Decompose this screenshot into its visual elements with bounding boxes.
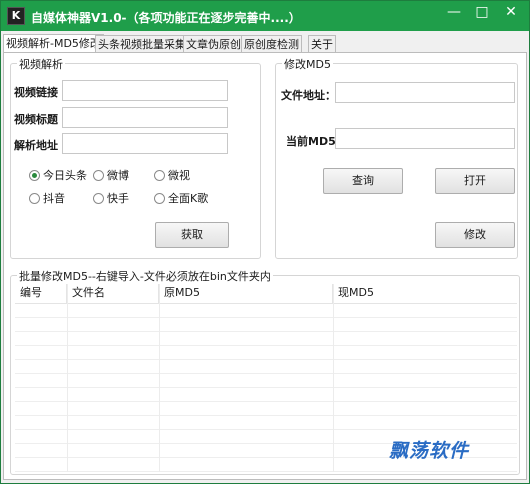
radio-icon [154, 193, 165, 204]
tab-video-parse-md5[interactable]: 视频解析-MD5修改 [3, 34, 104, 53]
table-row[interactable] [15, 304, 517, 318]
title-bar[interactable]: K 自媒体神器V1.0-（各项功能正在逐步完善中....） — □ ✕ [1, 1, 529, 31]
column-divider [159, 284, 160, 472]
table-row[interactable] [15, 388, 517, 402]
open-button[interactable]: 打开 [435, 168, 515, 194]
tab-originality-check[interactable]: 原创度检测 [241, 35, 302, 53]
radio-label: 全面K歌 [168, 192, 209, 205]
parse-address-label: 解析地址 [14, 139, 58, 152]
query-button[interactable]: 查询 [323, 168, 403, 194]
table-header: 编号 文件名 原MD5 现MD5 [15, 284, 517, 304]
group-title: 视频解析 [17, 56, 65, 72]
minimize-icon[interactable]: — [440, 1, 468, 25]
tab-article-rewrite[interactable]: 文章伪原创 [183, 35, 244, 53]
radio-douyin[interactable]: 抖音 [29, 190, 65, 206]
video-title-label: 视频标题 [14, 113, 58, 126]
tab-toutiao-batch[interactable]: 头条视频批量采集 [95, 35, 189, 53]
current-md5-input[interactable] [335, 128, 515, 149]
table-row[interactable] [15, 402, 517, 416]
radio-icon [93, 170, 104, 181]
table-row[interactable] [15, 416, 517, 430]
table-row[interactable] [15, 332, 517, 346]
table-row[interactable] [15, 318, 517, 332]
radio-label: 快手 [107, 192, 129, 205]
radio-label: 微视 [168, 169, 190, 182]
radio-label: 抖音 [43, 192, 65, 205]
video-parse-group: 视频解析 视频链接 视频标题 解析地址 今日头条 微博 微视 抖音 快手 全面K… [10, 56, 261, 259]
column-header-filename[interactable]: 文件名 [67, 284, 159, 304]
close-icon[interactable]: ✕ [497, 1, 525, 25]
group-title: 批量修改MD5--右键导入-文件必须放在bin文件夹内 [17, 268, 273, 284]
radio-weishi[interactable]: 微视 [154, 167, 190, 183]
parse-address-input[interactable] [62, 133, 228, 154]
column-header-new-md5[interactable]: 现MD5 [333, 284, 517, 304]
file-address-label: 文件地址： [281, 89, 336, 102]
radio-icon [154, 170, 165, 181]
modify-button[interactable]: 修改 [435, 222, 515, 248]
app-window: K 自媒体神器V1.0-（各项功能正在逐步完善中....） — □ ✕ 视频解析… [0, 0, 530, 484]
video-link-input[interactable] [62, 80, 228, 101]
column-header-original-md5[interactable]: 原MD5 [159, 284, 333, 304]
column-header-index[interactable]: 编号 [15, 284, 67, 304]
maximize-icon[interactable]: □ [468, 1, 496, 25]
group-title: 修改MD5 [282, 56, 333, 72]
radio-label: 今日头条 [43, 169, 87, 182]
video-title-input[interactable] [62, 107, 228, 128]
app-logo-icon: K [7, 7, 25, 25]
tab-panel: 视频解析 视频链接 视频标题 解析地址 今日头条 微博 微视 抖音 快手 全面K… [3, 52, 527, 480]
file-address-input[interactable] [335, 82, 515, 103]
fetch-button[interactable]: 获取 [155, 222, 229, 248]
window-title: 自媒体神器V1.0-（各项功能正在逐步完善中....） [31, 11, 301, 25]
tab-strip: 视频解析-MD5修改 头条视频批量采集 文章伪原创 原创度检测 关于 [1, 34, 529, 53]
radio-quanmin-kge[interactable]: 全面K歌 [154, 190, 208, 206]
radio-label: 微博 [107, 169, 129, 182]
tab-about[interactable]: 关于 [308, 35, 336, 53]
radio-weibo[interactable]: 微博 [93, 167, 129, 183]
column-divider [333, 284, 334, 472]
radio-icon [29, 193, 40, 204]
radio-checked-icon [29, 170, 40, 181]
table-row[interactable] [15, 374, 517, 388]
radio-kuaishou[interactable]: 快手 [93, 190, 129, 206]
column-divider [67, 284, 68, 472]
md5-edit-group: 修改MD5 文件地址： 当前MD5： 查询 打开 修改 [275, 56, 518, 259]
video-link-label: 视频链接 [14, 86, 58, 99]
table-row[interactable] [15, 346, 517, 360]
radio-toutiao[interactable]: 今日头条 [29, 167, 87, 183]
watermark-logo: 飘荡软件 [389, 440, 470, 462]
table-row[interactable] [15, 360, 517, 374]
radio-icon [93, 193, 104, 204]
